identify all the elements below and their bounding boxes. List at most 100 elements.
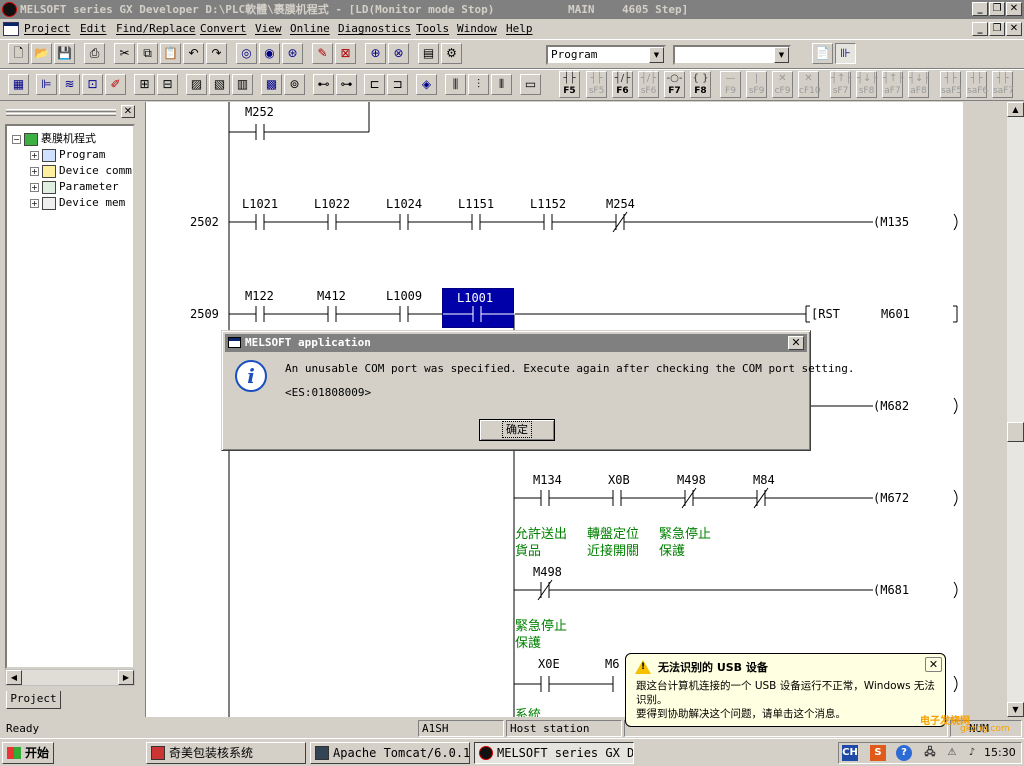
zoom-in-icon[interactable]: ⊷ — [313, 74, 334, 95]
entry-monitor-icon[interactable]: ⚙ — [441, 43, 462, 64]
cut-icon[interactable]: ✂ — [114, 43, 135, 64]
new-file-icon[interactable]: 🗋 — [8, 43, 29, 64]
taskbar-item[interactable]: 奇美包装核系统 — [146, 742, 306, 764]
note-icon[interactable]: ⊟ — [157, 74, 178, 95]
device-batch-icon[interactable]: ▤ — [418, 43, 439, 64]
ladder-icon[interactable]: ⊫ — [36, 74, 57, 95]
fkey-coil[interactable]: -○- F7 — [664, 71, 685, 98]
scroll-left-icon[interactable]: ◀ — [6, 670, 22, 685]
print-icon[interactable]: ⎙ — [84, 43, 105, 64]
block-icon[interactable]: ▩ — [261, 74, 282, 95]
fkey-open-parallel[interactable]: ┤├ sF5 — [586, 71, 607, 98]
monitor-start-icon[interactable]: ⊕ — [365, 43, 386, 64]
chevron-down-icon[interactable]: ▼ — [649, 47, 664, 63]
usb-notification-balloon[interactable]: ! 无法识别的 USB 设备 ✕ 跟这台计算机连接的一个 USB 设备运行不正常… — [625, 653, 946, 727]
fkey-instruction[interactable]: { } F8 — [690, 71, 711, 98]
note-edit-icon[interactable]: ▥ — [232, 74, 253, 95]
close-icon[interactable]: ✕ — [788, 336, 804, 350]
tree-horizontal-scrollbar[interactable]: ◀ ▶ — [5, 669, 135, 686]
doc-minimize-button[interactable]: _ — [972, 22, 988, 36]
zoom-out-icon[interactable]: ⊶ — [336, 74, 357, 95]
device-icon[interactable]: ⊡ — [82, 74, 103, 95]
project-data-icon[interactable]: ▦ — [8, 74, 29, 95]
find-instruction-icon[interactable]: ◉ — [259, 43, 280, 64]
open-folder-icon[interactable]: 📂 — [31, 43, 52, 64]
tree-item-program[interactable]: + Program — [30, 147, 105, 162]
tree-item-parameter[interactable]: + Parameter — [30, 179, 119, 194]
tree-item-device-comment[interactable]: + Device comm — [30, 163, 132, 178]
menu-help[interactable]: Help — [506, 22, 533, 35]
tab-project[interactable]: Project — [6, 691, 61, 709]
menu-find-replace[interactable]: Find/Replace — [116, 22, 195, 35]
save-icon[interactable]: 💾 — [54, 43, 75, 64]
close-button[interactable]: ✕ — [1006, 2, 1022, 16]
menu-diagnostics[interactable]: Diagnostics — [338, 22, 411, 35]
scroll-down-icon[interactable]: ▼ — [1007, 702, 1024, 717]
security-icon[interactable]: S — [870, 745, 886, 761]
doc-restore-button[interactable]: ❐ — [989, 22, 1005, 36]
tree-root[interactable]: − 裹膜机程式 — [12, 131, 96, 146]
volume-icon[interactable]: ♪ — [964, 745, 980, 761]
restore-button[interactable]: ❐ — [989, 2, 1005, 16]
secondary-select[interactable]: ▼ — [673, 45, 791, 65]
comment-edit-icon[interactable]: ▨ — [186, 74, 207, 95]
document-icon[interactable] — [3, 22, 19, 36]
fkey-falling[interactable]: ┤↓├ sF8 — [856, 71, 877, 98]
ok-button[interactable]: 确定 — [479, 419, 555, 441]
pane-grip[interactable] — [6, 109, 116, 112]
dialog-title-bar[interactable]: MELSOFT application ✕ — [225, 334, 807, 352]
menu-online[interactable]: Online — [290, 22, 330, 35]
monitor-icon[interactable]: ◈ — [416, 74, 437, 95]
menu-edit[interactable]: Edit — [80, 22, 107, 35]
minimize-button[interactable]: _ — [972, 2, 988, 16]
ime-indicator[interactable]: CH — [842, 745, 858, 761]
fkey-vline[interactable]: | sF9 — [746, 71, 767, 98]
taskbar-item[interactable]: Apache Tomcat/6.0.1... — [310, 742, 470, 764]
scroll-up-icon[interactable]: ▲ — [1007, 102, 1024, 117]
fkey-rising[interactable]: ┤↑├ sF7 — [830, 71, 851, 98]
monitor-stop-icon[interactable]: ⊗ — [388, 43, 409, 64]
help-icon[interactable]: ? — [896, 745, 912, 761]
read-from-plc-icon[interactable]: ⊠ — [335, 43, 356, 64]
ladder-vertical-scrollbar[interactable]: ▲ ▼ — [1007, 102, 1024, 717]
start-button[interactable]: 开始 — [2, 742, 54, 764]
statement-icon[interactable]: ⊞ — [134, 74, 155, 95]
edit-mode-icon[interactable]: ✐ — [105, 74, 126, 95]
find-device-icon[interactable]: ◎ — [236, 43, 257, 64]
menu-view[interactable]: View — [255, 22, 282, 35]
expand-icon[interactable]: + — [30, 166, 39, 176]
step-run-icon[interactable]: ⫼ — [445, 74, 466, 95]
taskbar-item-active[interactable]: MELSOFT series GX D... — [474, 742, 634, 764]
alias-icon[interactable]: ⊚ — [284, 74, 305, 95]
menu-convert[interactable]: Convert — [200, 22, 246, 35]
undo-icon[interactable]: ↶ — [183, 43, 204, 64]
ladder-view-icon[interactable]: ⊪ — [835, 43, 856, 64]
selected-contact[interactable]: L1001 — [442, 288, 515, 328]
comment-display-icon[interactable]: 📄 — [812, 43, 833, 64]
expand-icon[interactable]: + — [30, 150, 39, 160]
fkey-saf5[interactable]: ┤├ saF5 — [940, 71, 962, 98]
cross-reference-icon[interactable]: ⊛ — [282, 43, 303, 64]
list-icon[interactable]: ≋ — [59, 74, 80, 95]
tree-item-device-memory[interactable]: + Device mem — [30, 195, 125, 210]
chevron-down-icon[interactable]: ▼ — [774, 47, 789, 63]
menu-tools[interactable]: Tools — [416, 22, 449, 35]
collapse-icon[interactable]: − — [12, 134, 21, 144]
doc-close-button[interactable]: ✕ — [1006, 22, 1022, 36]
fkey-saf7[interactable]: ┤├ saF7 — [992, 71, 1014, 98]
fkey-open-contact[interactable]: ┤├ F5 — [559, 71, 580, 98]
scroll-right-icon[interactable]: ▶ — [118, 670, 134, 685]
skip-icon[interactable]: ⫴ — [491, 74, 512, 95]
pane-grip[interactable] — [6, 113, 116, 116]
fkey-saf6[interactable]: ┤├ saF6 — [966, 71, 988, 98]
write-to-plc-icon[interactable]: ✎ — [312, 43, 333, 64]
menu-project[interactable]: Project — [24, 22, 70, 35]
usb-icon[interactable]: ⚠ — [944, 745, 960, 761]
fkey-rising-parallel[interactable]: ┤↑├ aF7 — [882, 71, 903, 98]
fkey-closed-contact[interactable]: ┤/├ F6 — [612, 71, 633, 98]
insert-row-icon[interactable]: ⊏ — [364, 74, 385, 95]
expand-icon[interactable]: + — [30, 198, 39, 208]
ladder-frame-icon[interactable]: ▭ — [520, 74, 541, 95]
fkey-delete-hline[interactable]: ✕ cF9 — [772, 71, 793, 98]
menu-window[interactable]: Window — [457, 22, 497, 35]
